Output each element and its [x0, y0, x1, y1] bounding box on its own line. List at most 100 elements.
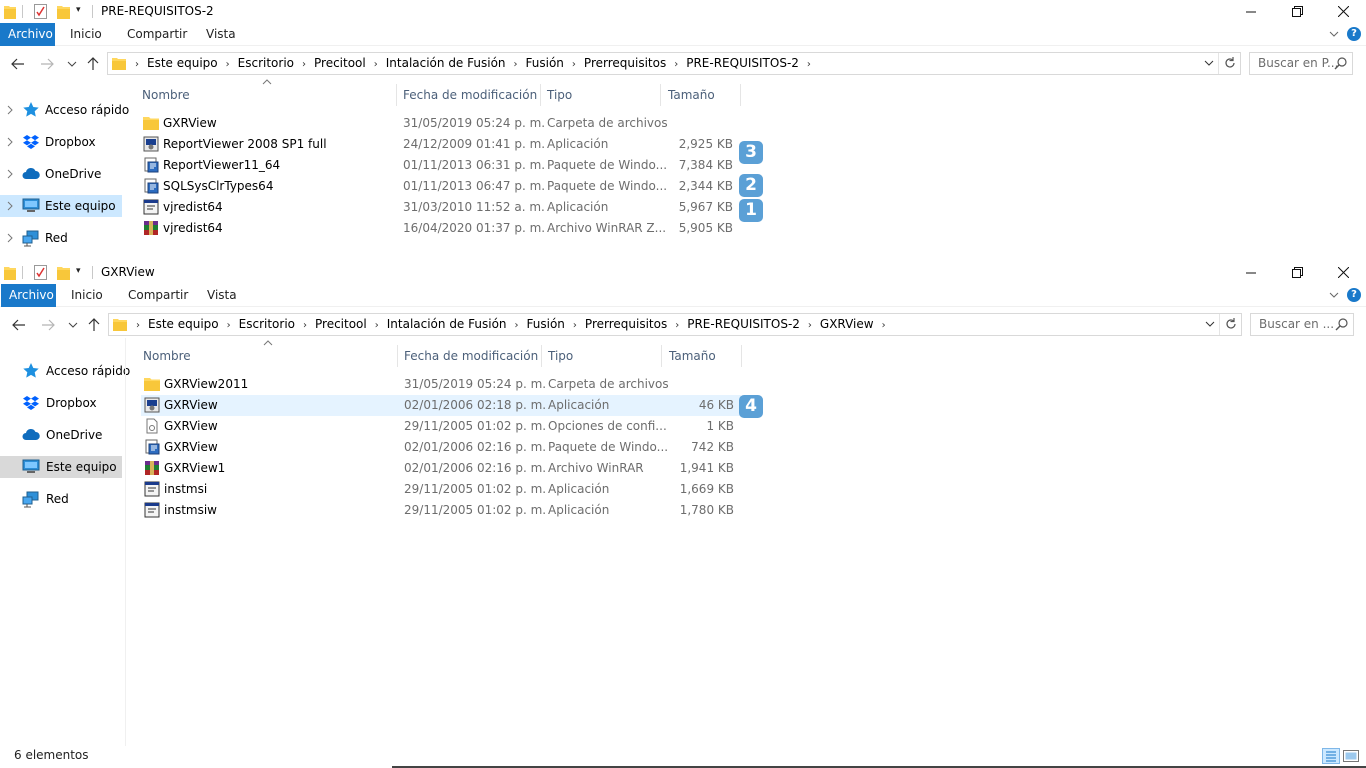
- breadcrumb-item[interactable]: Escritorio: [233, 314, 301, 335]
- pane-divider[interactable]: [125, 338, 126, 748]
- recent-locations-button[interactable]: [63, 315, 83, 335]
- file-row[interactable]: GXRView 02/01/2006 02:16 p. m. Paquete de …: [141, 437, 741, 458]
- breadcrumb-item[interactable]: PRE-REQUISITOS-2: [681, 314, 806, 335]
- breadcrumb-item[interactable]: PRE-REQUISITOS-2: [680, 53, 805, 74]
- chevron-right-icon[interactable]: [6, 168, 14, 180]
- sidebar-item-acceso-rapido[interactable]: Acceso rápido: [0, 360, 130, 382]
- file-row[interactable]: GXRView 31/05/2019 05:24 p. m. Carpeta de …: [140, 113, 740, 134]
- minimize-button[interactable]: [1228, 0, 1274, 23]
- chevron-down-icon[interactable]: [1328, 289, 1340, 301]
- close-button[interactable]: [1320, 0, 1366, 23]
- column-header-date[interactable]: Fecha de modificación: [403, 84, 537, 106]
- breadcrumb-separator[interactable]: ›: [372, 54, 380, 75]
- new-folder-icon[interactable]: [57, 265, 70, 280]
- column-divider[interactable]: [397, 345, 398, 367]
- help-icon[interactable]: ?: [1347, 27, 1361, 41]
- column-header-size[interactable]: Tamaño: [669, 345, 716, 367]
- close-button[interactable]: [1320, 261, 1366, 284]
- column-divider[interactable]: [661, 345, 662, 367]
- file-row[interactable]: instmsiw 29/11/2005 01:02 p. m. Aplicación…: [141, 500, 741, 521]
- chevron-right-icon[interactable]: [6, 104, 14, 116]
- sidebar-item-onedrive[interactable]: OneDrive: [0, 163, 122, 185]
- tab-archivo[interactable]: Archivo: [0, 23, 55, 46]
- file-row[interactable]: GXRView 02/01/2006 02:18 p. m. Aplicación 4…: [141, 395, 741, 416]
- breadcrumb-separator[interactable]: ›: [805, 54, 813, 75]
- sidebar-item-red[interactable]: Red: [0, 227, 122, 249]
- customize-toolbar-dropdown[interactable]: ▾: [76, 266, 86, 278]
- file-row[interactable]: instmsi 29/11/2005 01:02 p. m. Aplicación 1…: [141, 479, 741, 500]
- back-button[interactable]: [8, 54, 28, 74]
- address-bar[interactable]: › Este equipo › Escritorio › Precitool › Intala…: [108, 313, 1242, 336]
- forward-button[interactable]: [38, 315, 58, 335]
- sidebar-item-red[interactable]: Red: [0, 488, 122, 510]
- file-row[interactable]: GXRView2011 31/05/2019 05:24 p. m. Carpeta…: [141, 374, 741, 395]
- breadcrumb-item[interactable]: Escritorio: [232, 53, 300, 74]
- breadcrumb-separator[interactable]: ›: [224, 54, 232, 75]
- chevron-right-icon[interactable]: [6, 200, 14, 212]
- sidebar-item-dropbox[interactable]: Dropbox: [0, 131, 122, 153]
- up-button[interactable]: [83, 54, 103, 74]
- breadcrumb-item[interactable]: Este equipo: [142, 314, 225, 335]
- column-header-type[interactable]: Tipo: [547, 84, 572, 106]
- new-folder-icon[interactable]: [57, 4, 70, 19]
- help-icon[interactable]: ?: [1347, 288, 1361, 302]
- file-row[interactable]: vjredist64 31/03/2010 11:52 a. m. Aplicaci…: [140, 197, 740, 218]
- large-icons-view-button[interactable]: [1342, 748, 1360, 764]
- column-header-name[interactable]: Nombre: [142, 84, 190, 106]
- breadcrumb-item[interactable]: Fusión: [520, 53, 570, 74]
- breadcrumb-separator[interactable]: ›: [513, 315, 521, 336]
- column-header-type[interactable]: Tipo: [548, 345, 573, 367]
- back-button[interactable]: [9, 315, 29, 335]
- chevron-down-icon[interactable]: [1202, 56, 1216, 70]
- chevron-down-icon[interactable]: [1203, 317, 1217, 331]
- breadcrumb-separator[interactable]: ›: [301, 315, 309, 336]
- tab-vista[interactable]: Vista: [198, 23, 244, 46]
- restore-button[interactable]: [1274, 261, 1320, 284]
- column-divider[interactable]: [396, 84, 397, 106]
- customize-toolbar-dropdown[interactable]: ▾: [76, 5, 86, 17]
- breadcrumb-separator[interactable]: ›: [880, 315, 888, 336]
- breadcrumb-separator[interactable]: ›: [300, 54, 308, 75]
- file-row[interactable]: GXRView 29/11/2005 01:02 p. m. Opciones de…: [141, 416, 741, 437]
- sidebar-item-este-equipo[interactable]: Este equipo: [0, 456, 122, 478]
- breadcrumb-item[interactable]: Precitool: [308, 53, 372, 74]
- recent-locations-button[interactable]: [62, 54, 82, 74]
- file-row[interactable]: ReportViewer 2008 SP1 full 24/12/2009 01:…: [140, 134, 740, 155]
- breadcrumb-separator[interactable]: ›: [672, 54, 680, 75]
- restore-button[interactable]: [1274, 0, 1320, 23]
- sidebar-item-dropbox[interactable]: Dropbox: [0, 392, 122, 414]
- properties-icon[interactable]: [34, 265, 47, 280]
- breadcrumb-item[interactable]: Prerrequisitos: [578, 53, 672, 74]
- breadcrumb-separator[interactable]: ›: [373, 315, 381, 336]
- tab-inicio[interactable]: Inicio: [62, 23, 110, 46]
- forward-button[interactable]: [37, 54, 57, 74]
- breadcrumb-item[interactable]: Prerrequisitos: [579, 314, 673, 335]
- breadcrumb-separator[interactable]: ›: [570, 54, 578, 75]
- breadcrumb-separator[interactable]: ›: [571, 315, 579, 336]
- file-row[interactable]: ReportViewer11_64 01/11/2013 06:31 p. m. P…: [140, 155, 740, 176]
- column-header-size[interactable]: Tamaño: [668, 84, 715, 106]
- breadcrumb-item[interactable]: Precitool: [309, 314, 373, 335]
- column-divider[interactable]: [541, 345, 542, 367]
- minimize-button[interactable]: [1228, 261, 1274, 284]
- search-box[interactable]: Buscar en P...: [1249, 52, 1353, 75]
- details-view-button[interactable]: [1322, 748, 1340, 764]
- tab-vista[interactable]: Vista: [199, 284, 245, 307]
- chevron-down-icon[interactable]: [1328, 28, 1340, 40]
- column-divider[interactable]: [540, 84, 541, 106]
- chevron-right-icon[interactable]: [6, 232, 14, 244]
- breadcrumb-item[interactable]: GXRView: [814, 314, 880, 335]
- breadcrumb-item[interactable]: Intalación de Fusión: [380, 53, 512, 74]
- breadcrumb-separator[interactable]: ›: [673, 315, 681, 336]
- column-divider[interactable]: [660, 84, 661, 106]
- tab-inicio[interactable]: Inicio: [63, 284, 111, 307]
- sidebar-item-acceso-rapido[interactable]: Acceso rápido: [0, 99, 129, 121]
- column-header-date[interactable]: Fecha de modificación: [404, 345, 538, 367]
- refresh-icon[interactable]: [1224, 317, 1238, 331]
- up-button[interactable]: [84, 315, 104, 335]
- file-row[interactable]: GXRView1 02/01/2006 02:16 p. m. Archivo Wi…: [141, 458, 741, 479]
- breadcrumb-separator[interactable]: ›: [225, 315, 233, 336]
- file-row[interactable]: SQLSysClrTypes64 01/11/2013 06:47 p. m. Pa…: [140, 176, 740, 197]
- breadcrumb-item[interactable]: Intalación de Fusión: [381, 314, 513, 335]
- breadcrumb-item[interactable]: Este equipo: [141, 53, 224, 74]
